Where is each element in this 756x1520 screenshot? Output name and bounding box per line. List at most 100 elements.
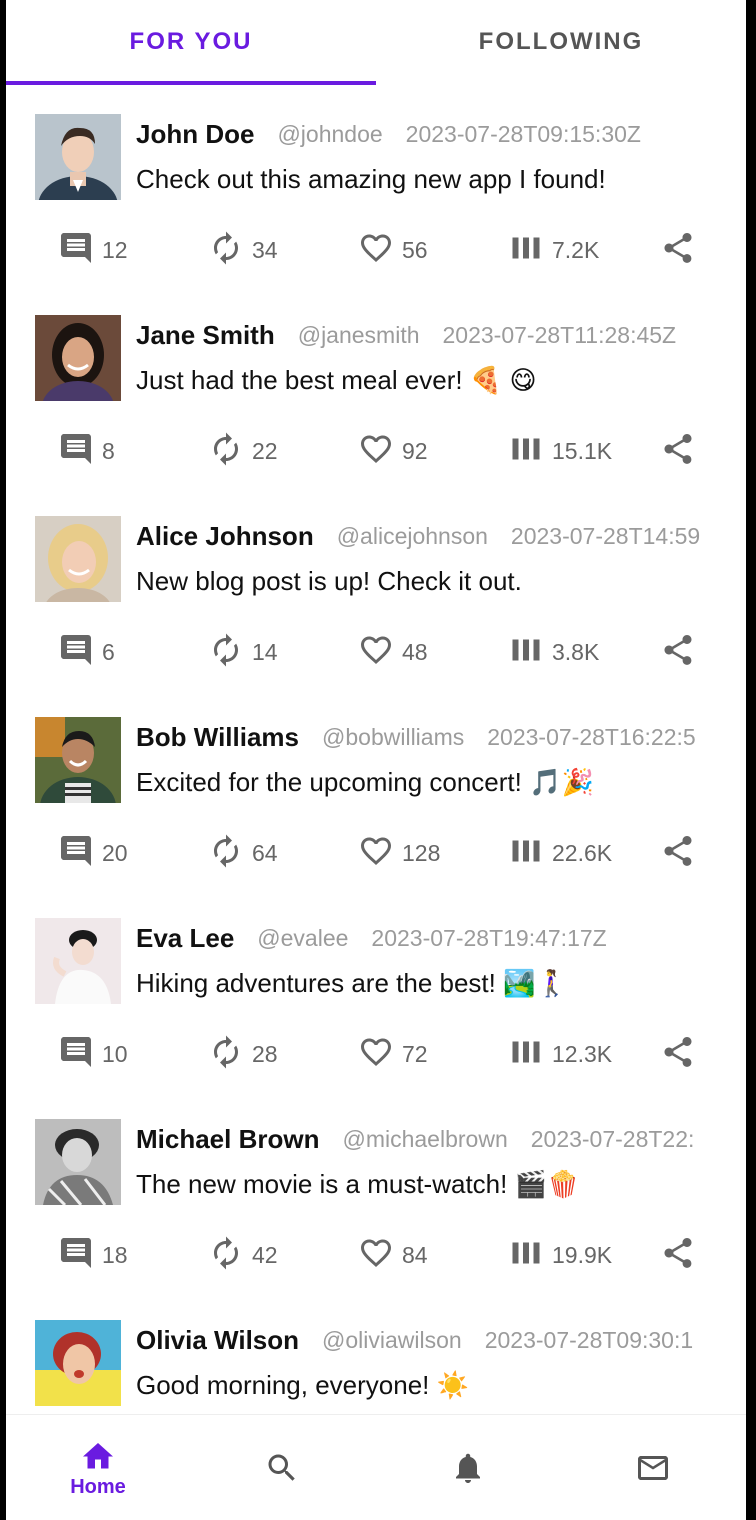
views-button[interactable]: 7.2K (508, 230, 599, 271)
views-button[interactable]: 22.6K (508, 833, 612, 874)
repost-button[interactable]: 42 (208, 1235, 278, 1276)
share-button[interactable] (660, 632, 696, 673)
like-count: 48 (402, 639, 428, 665)
author-name[interactable]: Michael Brown (136, 1124, 319, 1155)
like-icon (358, 833, 394, 874)
like-button[interactable]: 56 (358, 230, 428, 271)
comment-button[interactable]: 6 (58, 632, 115, 673)
repost-button[interactable]: 22 (208, 431, 278, 472)
repost-button[interactable]: 34 (208, 230, 278, 271)
like-button[interactable]: 128 (358, 833, 440, 874)
comment-button[interactable]: 20 (58, 833, 128, 874)
author-handle[interactable]: @alicejohnson (337, 523, 488, 550)
post-item[interactable]: Eva Lee @evalee 2023-07-28T19:47:17Z Hik… (6, 918, 746, 1119)
views-button[interactable]: 19.9K (508, 1235, 612, 1276)
nav-home[interactable]: Home (48, 1415, 148, 1520)
author-handle[interactable]: @oliviawilson (322, 1327, 462, 1354)
avatar[interactable] (35, 1320, 121, 1406)
like-button[interactable]: 48 (358, 632, 428, 673)
share-button[interactable] (660, 1034, 696, 1075)
author-handle[interactable]: @michaelbrown (342, 1126, 507, 1153)
repost-button[interactable]: 28 (208, 1034, 278, 1075)
comment-count: 8 (102, 438, 115, 464)
post-timestamp: 2023-07-28T09:15:30Z (405, 120, 641, 147)
author-name[interactable]: Olivia Wilson (136, 1325, 299, 1356)
feed-tabs: FOR YOU FOLLOWING (6, 0, 746, 86)
author-name[interactable]: John Doe (136, 119, 254, 150)
author-handle[interactable]: @evalee (257, 925, 348, 952)
comment-count: 6 (102, 639, 115, 665)
author-handle[interactable]: @johndoe (277, 121, 382, 148)
comment-button[interactable]: 18 (58, 1235, 128, 1276)
repost-count: 64 (252, 840, 278, 866)
repost-count: 14 (252, 639, 278, 665)
share-button[interactable] (660, 833, 696, 874)
repost-button[interactable]: 14 (208, 632, 278, 673)
mail-icon (638, 1456, 668, 1480)
comment-icon (58, 632, 94, 673)
avatar[interactable] (35, 315, 121, 401)
comment-count: 20 (102, 840, 128, 866)
comment-icon (58, 1034, 94, 1075)
author-handle[interactable]: @bobwilliams (322, 724, 464, 751)
views-count: 7.2K (552, 237, 600, 263)
avatar[interactable] (35, 1119, 121, 1205)
post-header: Olivia Wilson @oliviawilson 2023-07-28T0… (136, 1320, 746, 1360)
avatar[interactable] (35, 717, 121, 803)
share-button[interactable] (660, 431, 696, 472)
like-count: 128 (402, 840, 441, 866)
views-count: 15.1K (552, 438, 613, 464)
avatar[interactable] (35, 516, 121, 602)
like-count: 56 (402, 237, 428, 263)
repost-button[interactable]: 64 (208, 833, 278, 874)
post-item[interactable]: Michael Brown @michaelbrown 2023-07-28T2… (6, 1119, 746, 1320)
author-name[interactable]: Jane Smith (136, 320, 275, 351)
repost-count: 34 (252, 237, 278, 263)
share-button[interactable] (660, 230, 696, 271)
author-name[interactable]: Eva Lee (136, 923, 234, 954)
post-item[interactable]: Bob Williams @bobwilliams 2023-07-28T16:… (6, 717, 746, 918)
post-item[interactable]: Alice Johnson @alicejohnson 2023-07-28T1… (6, 516, 746, 717)
like-button[interactable]: 92 (358, 431, 428, 472)
tab-following[interactable]: FOLLOWING (376, 0, 746, 86)
nav-home-label: Home (70, 1475, 126, 1498)
post-timestamp: 2023-07-28T14:59 (510, 522, 701, 549)
avatar[interactable] (35, 918, 121, 1004)
comment-icon (58, 230, 94, 271)
views-button[interactable]: 3.8K (508, 632, 599, 673)
comment-count: 18 (102, 1242, 128, 1268)
author-name[interactable]: Alice Johnson (136, 521, 314, 552)
nav-search[interactable] (232, 1415, 332, 1520)
nav-messages[interactable] (603, 1415, 703, 1520)
avatar[interactable] (35, 114, 121, 200)
tab-for-you[interactable]: FOR YOU (6, 0, 376, 86)
like-button[interactable]: 84 (358, 1235, 428, 1276)
views-button[interactable]: 12.3K (508, 1034, 612, 1075)
comment-button[interactable]: 10 (58, 1034, 128, 1075)
post-item[interactable]: Jane Smith @janesmith 2023-07-28T11:28:4… (6, 315, 746, 516)
views-count: 12.3K (552, 1041, 613, 1067)
comment-button[interactable]: 12 (58, 230, 128, 271)
post-timestamp: 2023-07-28T16:22:5 (487, 723, 696, 750)
like-icon (358, 1235, 394, 1276)
repost-icon (208, 632, 244, 673)
post-text: The new movie is a must-watch! 🎬🍿 (136, 1169, 580, 1199)
views-icon (508, 1034, 544, 1075)
like-button[interactable]: 72 (358, 1034, 428, 1075)
post-item[interactable]: John Doe @johndoe 2023-07-28T09:15:30Z C… (6, 114, 746, 315)
repost-icon (208, 230, 244, 271)
post-timestamp: 2023-07-28T11:28:45Z (442, 321, 677, 348)
author-handle[interactable]: @janesmith (298, 322, 420, 349)
comment-icon (58, 1235, 94, 1276)
post-feed[interactable]: John Doe @johndoe 2023-07-28T09:15:30Z C… (6, 86, 746, 1414)
views-button[interactable]: 15.1K (508, 431, 612, 472)
post-item[interactable]: Olivia Wilson @oliviawilson 2023-07-28T0… (6, 1320, 746, 1414)
repost-count: 28 (252, 1041, 278, 1067)
post-header: Bob Williams @bobwilliams 2023-07-28T16:… (136, 717, 746, 757)
author-name[interactable]: Bob Williams (136, 722, 299, 753)
app-screen: FOR YOU FOLLOWING John Doe @johndoe 2023… (6, 0, 746, 1520)
comment-button[interactable]: 8 (58, 431, 115, 472)
post-text: Just had the best meal ever! 🍕 😋 (136, 365, 537, 395)
nav-notifications[interactable] (418, 1415, 518, 1520)
share-button[interactable] (660, 1235, 696, 1276)
